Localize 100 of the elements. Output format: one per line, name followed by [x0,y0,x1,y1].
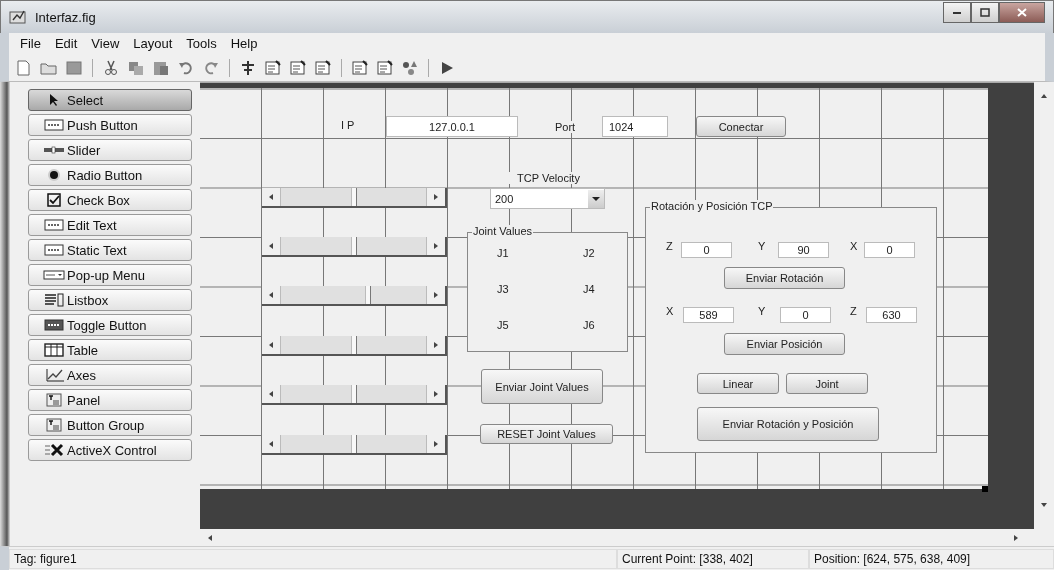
scroll-left-icon [206,532,214,543]
slider-thumb[interactable] [350,385,357,404]
slider[interactable] [262,188,447,209]
joint-label: J3 [496,283,510,296]
slider[interactable] [262,435,447,456]
slider-thumb[interactable] [350,188,357,207]
left-arrow-icon [269,243,273,250]
ip-field[interactable]: 127.0.0.1 [386,116,518,138]
menu-item[interactable]: File [13,36,48,52]
position-status: Position: [624, 575, 638, 409] [809,548,1054,569]
mode-button[interactable]: Linear [697,373,779,395]
axis-label: Y [757,305,767,318]
redo-icon[interactable] [202,59,220,76]
right-arrow-icon [434,391,438,398]
right-arrow-icon [434,292,438,299]
position-field[interactable]: 0 [780,307,831,324]
right-arrow-icon [434,441,438,448]
menu-item[interactable]: Help [223,36,265,52]
align-icon[interactable] [239,59,257,76]
axis-label: Y [757,240,767,253]
left-arrow-icon [269,292,273,299]
toggle-button-icon [43,318,65,333]
menu-item[interactable]: View [84,36,127,52]
minimize-button[interactable] [943,2,971,23]
palette-button[interactable]: Button Group [28,414,192,437]
rotation-field[interactable]: 0 [681,242,732,259]
table-icon [43,343,65,358]
palette-button[interactable]: Listbox [28,289,192,312]
send-joints-button[interactable]: Enviar Joint Values [481,369,603,405]
window-title: Interfaz.fig [35,9,96,25]
joint-label: J2 [582,247,596,260]
undo-icon[interactable] [177,59,195,76]
paste-icon[interactable] [152,59,170,76]
tag-status: Tag: figure1 [9,548,617,569]
palette-button[interactable]: Slider [28,139,192,162]
slider[interactable] [262,385,447,406]
static-text-icon [43,243,65,258]
palette-button[interactable]: Check Box [28,189,192,212]
cut-icon[interactable] [102,59,120,76]
rotation-field[interactable]: 90 [778,242,829,259]
joint-label: J1 [496,247,510,260]
slider[interactable] [262,237,447,258]
palette-button[interactable]: ActiveX Control [28,439,192,462]
send-position-button[interactable]: Enviar Posición [724,333,845,356]
resize-handle[interactable] [982,486,988,493]
palette-button[interactable]: Radio Button [28,164,192,187]
slider[interactable] [262,286,447,307]
port-label: Port [554,121,577,134]
activex-icon [43,443,65,458]
palette-button[interactable]: Push Button [28,114,192,137]
right-arrow-icon [434,342,438,349]
joint-label: J5 [496,319,510,332]
copy-icon[interactable] [127,59,145,76]
slider-thumb[interactable] [350,435,357,454]
joint-label: J6 [582,319,596,332]
velocity-dropdown[interactable]: 200 [490,188,605,210]
menu-item[interactable]: Edit [47,36,85,52]
send-rotation-button[interactable]: Enviar Rotación [724,267,845,290]
menu-item[interactable]: Layout [126,36,180,52]
figure-file-icon [9,9,29,26]
position-field[interactable]: 630 [866,307,917,324]
panel-icon [43,393,65,408]
axis-label: X [665,305,675,318]
scroll-right-icon [1012,532,1020,543]
connect-button[interactable]: Conectar [696,116,786,138]
palette-button[interactable]: Select [28,89,192,112]
palette-button[interactable]: Axes [28,364,192,387]
slider-thumb[interactable] [350,336,357,355]
palette-button[interactable]: Static Text [28,239,192,262]
slider[interactable] [262,336,447,357]
rotation-field[interactable]: 0 [864,242,915,259]
palette-button[interactable]: Panel [28,389,192,412]
palette-button[interactable]: Edit Text [28,214,192,237]
left-arrow-icon [269,342,273,349]
position-field[interactable]: 589 [683,307,734,324]
slider-thumb[interactable] [350,237,357,256]
menu-item[interactable]: Tools [179,36,224,52]
button-group-icon [43,418,65,433]
port-field[interactable]: 1024 [602,116,668,138]
push-button-icon [43,118,65,133]
joint-label: J4 [582,283,596,296]
left-arrow-icon [269,441,273,448]
left-arrow-icon [269,391,273,398]
send-all-button[interactable]: Enviar Rotación y Posición [697,407,879,442]
palette-button[interactable]: Pop-up Menu [28,264,192,287]
save-icon[interactable] [65,59,83,76]
panel-title: Rotación y Posición TCP [650,200,774,213]
popup-menu-icon [43,268,65,283]
close-button[interactable] [999,2,1045,23]
slider-thumb[interactable] [365,286,371,305]
mode-button[interactable]: Joint [786,373,868,395]
minimize-icon [953,11,961,14]
axis-label: Z [665,240,674,253]
palette-button[interactable]: Toggle Button [28,314,192,337]
current-point-status: Current Point: [338, 402] [617,548,809,569]
palette-button[interactable]: Table [28,339,192,362]
listbox-icon [43,293,65,308]
reset-joints-button[interactable]: RESET Joint Values [480,424,613,445]
maximize-button[interactable] [971,2,999,23]
axis-label: X [849,240,859,253]
